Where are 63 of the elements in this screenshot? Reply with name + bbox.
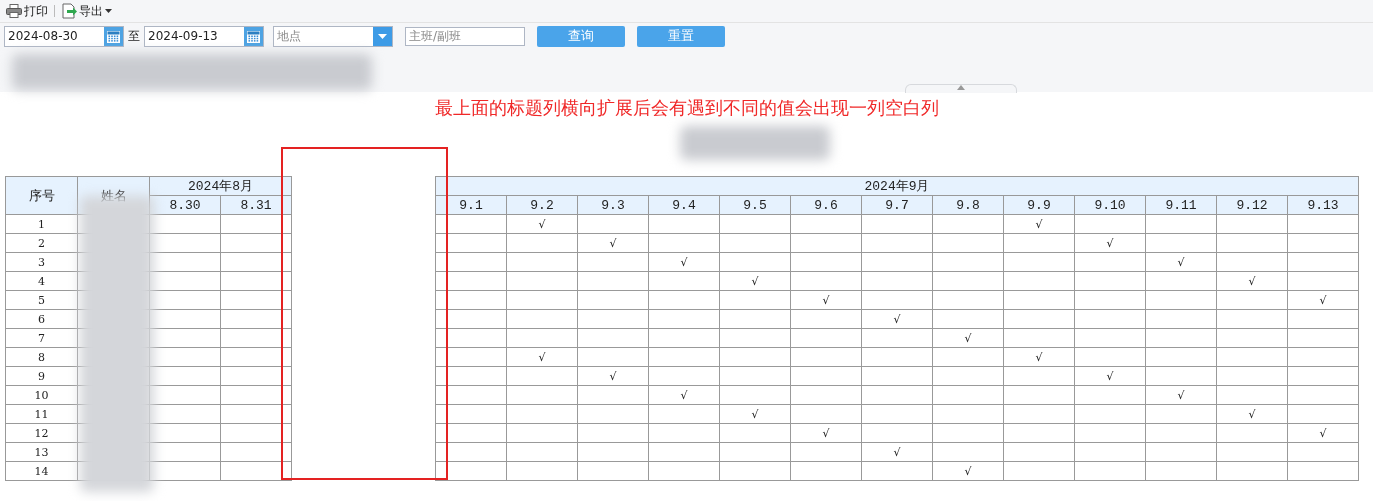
row-number: 7: [5, 328, 78, 348]
annotation-text: 最上面的标题列横向扩展后会有遇到不同的值会出现一列空白列: [433, 96, 940, 120]
check-mark: √: [1177, 255, 1185, 269]
check-mark: √: [893, 312, 901, 326]
check-mark: √: [538, 217, 546, 231]
row-number: 11: [5, 404, 78, 424]
printer-icon: [6, 4, 22, 18]
check-mark: √: [893, 445, 901, 459]
row-number: 12: [5, 423, 78, 443]
check-mark: √: [1248, 274, 1256, 288]
print-button[interactable]: 打印: [4, 2, 50, 20]
caret-icon: [105, 9, 112, 13]
check-mark: √: [680, 255, 688, 269]
check-mark: √: [751, 274, 759, 288]
row-number: 2: [5, 233, 78, 253]
row-number: 1: [5, 214, 78, 234]
check-mark: √: [609, 369, 617, 383]
row-number: 9: [5, 366, 78, 386]
row-number: 13: [5, 442, 78, 462]
calendar-icon: [107, 29, 120, 43]
column-header: 序号: [5, 176, 78, 215]
check-mark: √: [751, 407, 759, 421]
location-input[interactable]: 地点: [274, 27, 373, 45]
shift-field[interactable]: 主班/副班: [405, 26, 525, 46]
dropdown-button[interactable]: [373, 26, 392, 46]
collapse-handle[interactable]: [905, 84, 1017, 93]
end-date-input[interactable]: 2024-09-13: [145, 27, 244, 45]
start-date-field[interactable]: 2024-08-30: [4, 25, 124, 47]
check-mark: √: [822, 426, 830, 440]
calendar-button[interactable]: [244, 26, 263, 46]
up-triangle-icon: [957, 85, 965, 90]
check-mark: √: [538, 350, 546, 364]
range-separator: 至: [128, 27, 140, 45]
check-mark: √: [964, 331, 972, 345]
check-mark: √: [1106, 236, 1114, 250]
calendar-button[interactable]: [104, 26, 123, 46]
location-select[interactable]: 地点: [273, 25, 393, 47]
check-mark: √: [822, 293, 830, 307]
row-number: 3: [5, 252, 78, 272]
start-date-input[interactable]: 2024-08-30: [5, 27, 104, 45]
row-number: 5: [5, 290, 78, 310]
check-mark: √: [1035, 217, 1043, 231]
check-mark: √: [1319, 293, 1327, 307]
row-number: 8: [5, 347, 78, 367]
check-mark: √: [1248, 407, 1256, 421]
row-number: 4: [5, 271, 78, 291]
row-number: 6: [5, 309, 78, 329]
month-header: 2024年8月: [149, 176, 292, 196]
check-mark: √: [1106, 369, 1114, 383]
caret-icon: [378, 33, 387, 39]
calendar-icon: [247, 29, 260, 43]
check-mark: √: [1177, 388, 1185, 402]
export-button[interactable]: 导出: [59, 2, 114, 20]
row-number: 10: [5, 385, 78, 405]
check-mark: √: [964, 464, 972, 478]
check-mark: √: [609, 236, 617, 250]
row-number: 14: [5, 461, 78, 481]
end-date-field[interactable]: 2024-09-13: [144, 25, 264, 47]
export-icon: [61, 3, 77, 19]
month-header: 2024年9月: [435, 176, 1359, 196]
check-mark: √: [680, 388, 688, 402]
check-mark: √: [1319, 426, 1327, 440]
check-mark: √: [1035, 350, 1043, 364]
